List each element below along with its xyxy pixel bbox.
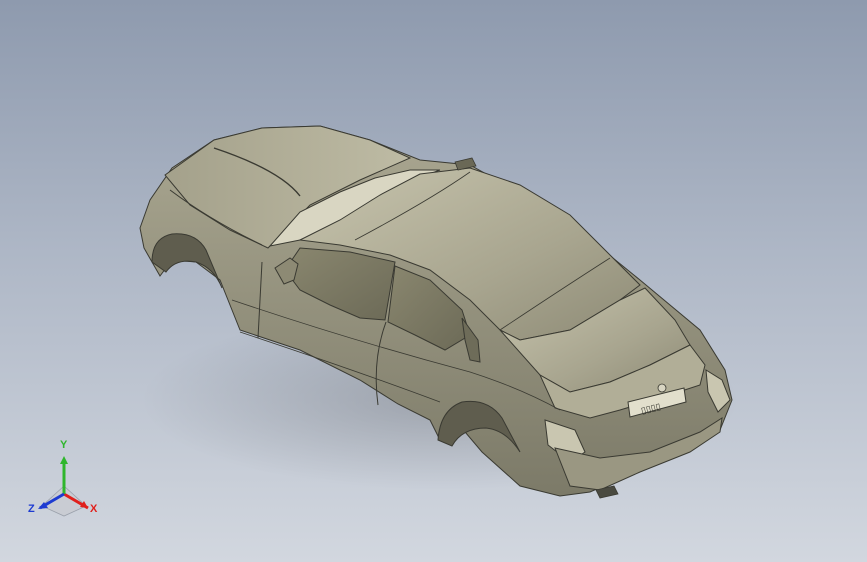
y-axis-arrow (60, 456, 68, 464)
coordinate-triad: X Y Z (24, 440, 104, 526)
graphics-viewport[interactable]: ▯▯▯▯ X Y Z (0, 0, 867, 562)
trunk-badge (657, 383, 667, 393)
z-axis-label: Z (28, 503, 35, 515)
car-body-model[interactable]: ▯▯▯▯ (0, 0, 867, 562)
x-axis-label: X (90, 503, 98, 515)
y-axis-label: Y (60, 439, 68, 451)
